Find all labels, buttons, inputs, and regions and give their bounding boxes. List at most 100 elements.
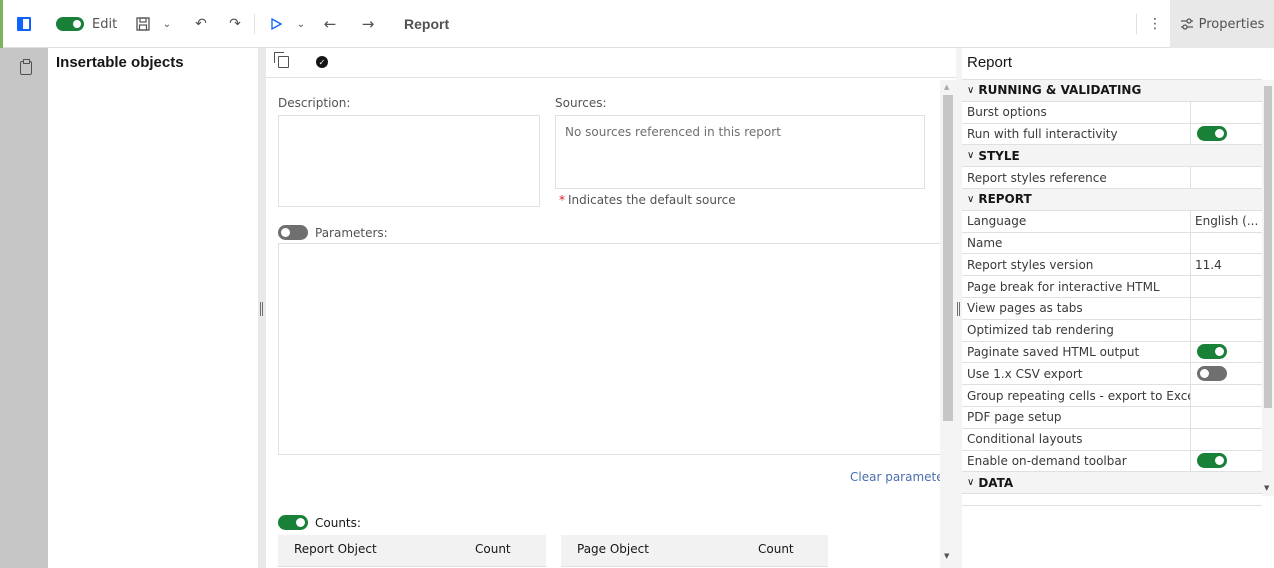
property-group-header[interactable]: ∨ STYLE [962,145,1262,168]
run-icon [271,18,282,30]
properties-scrollbar[interactable]: ▼ [1262,80,1274,496]
sources-list: No sources referenced in this report [555,115,925,189]
property-group-header[interactable]: ∨ REPORT [962,188,1262,211]
property-toggle-switch[interactable] [1197,344,1227,360]
property-row[interactable]: PDF page setup [962,406,1262,429]
property-name: Use 1.x CSV export [962,363,1191,385]
parameters-field[interactable] [278,243,943,455]
splitter-grip-icon[interactable] [260,302,263,316]
property-name: Enable on-demand toolbar [962,450,1191,472]
run-dropdown-button[interactable]: ⌄ [294,0,308,48]
panel-toggle-button[interactable] [14,0,34,48]
property-value[interactable] [1191,366,1262,382]
left-rail [0,48,48,568]
save-button[interactable] [134,0,152,48]
scroll-down-icon[interactable]: ▼ [944,552,949,560]
clear-parameters-link[interactable]: Clear parameters [850,470,942,484]
property-label-text: REPORT [978,192,1032,207]
property-row[interactable]: Group repeating cells - export to Excel [962,385,1262,407]
page-object-table-header: Page Object Count [561,535,828,567]
property-row[interactable]: Name [962,232,1262,255]
property-row[interactable]: Conditional layouts [962,428,1262,451]
property-label-text: Report styles reference [967,170,1107,185]
property-label-text: Paginate saved HTML output [967,344,1140,359]
property-group-header[interactable]: ∨ RUNNING & VALIDATING [962,80,1262,102]
toolbar-divider [1136,14,1137,34]
property-group-label: ∨ RUNNING & VALIDATING [962,80,1262,101]
property-value[interactable]: 11.4 [1191,258,1262,272]
property-row[interactable]: View pages as tabs [962,297,1262,320]
property-row[interactable]: Paginate saved HTML output [962,341,1262,364]
property-row[interactable]: Burst options [962,101,1262,124]
property-row[interactable]: Report styles version 11.4 [962,254,1262,277]
property-name: Group repeating cells - export to Excel [962,385,1191,406]
property-name: PDF page setup [962,406,1191,428]
property-row[interactable]: Optimized tab rendering [962,319,1262,342]
checkmark-icon[interactable]: ✓ [316,56,328,68]
property-value[interactable] [1191,126,1262,142]
counts-switch[interactable] [278,515,308,530]
copy-icon[interactable] [274,52,289,68]
property-row[interactable]: Enable on-demand toolbar [962,450,1262,473]
edit-switch[interactable] [56,17,84,31]
property-row[interactable]: Language English (... [962,210,1262,233]
save-icon [136,17,150,31]
forward-button[interactable]: → [360,0,376,48]
property-row[interactable]: Page break for interactive HTML [962,276,1262,298]
accent-bar [0,0,3,48]
property-toggle-switch[interactable] [1197,366,1227,382]
property-toggle-switch[interactable] [1197,453,1227,469]
parameters-toggle[interactable] [278,225,308,243]
clipboard-icon[interactable] [20,59,32,75]
property-name: Optimized tab rendering [962,319,1191,341]
property-group-header[interactable]: ∨ DATA [962,472,1262,495]
run-button[interactable] [268,0,284,48]
chevron-down-icon[interactable]: ∨ [967,150,974,161]
counts-toggle[interactable] [278,515,308,533]
scrollbar-thumb[interactable] [1264,86,1272,408]
chevron-down-icon[interactable]: ∨ [967,85,974,96]
property-value[interactable]: English (... [1191,214,1262,228]
property-label-text: Report styles version [967,257,1094,272]
overflow-menu-button[interactable]: ⋮ [1148,0,1162,48]
counts-label: Counts: [315,516,361,530]
chevron-down-icon: ⌄ [162,18,172,30]
property-value[interactable] [1191,453,1262,469]
scroll-down-icon[interactable]: ▼ [1264,484,1269,492]
property-row[interactable]: Run with full interactivity [962,123,1262,146]
property-name: Report styles reference [962,167,1191,188]
property-group-label: ∨ DATA [962,472,1262,493]
save-dropdown-button[interactable]: ⌄ [160,0,174,48]
insertable-objects-panel: Insertable objects [48,48,258,568]
splitter-grip-icon[interactable] [957,302,960,316]
property-toggle-switch[interactable] [1197,126,1227,142]
property-label-text: Group repeating cells - export to Excel [967,388,1191,403]
property-value[interactable] [1191,344,1262,360]
scrollbar-thumb[interactable] [943,95,953,421]
property-row[interactable]: Use 1.x CSV export [962,363,1262,386]
report-properties-area: ✓ Description: Sources: No sources refer… [266,48,956,568]
edit-mode-toggle[interactable] [56,0,84,48]
chevron-down-icon[interactable]: ∨ [967,194,974,205]
center-scrollbar[interactable]: ▲ ▼ [940,80,956,568]
property-row[interactable]: Report styles reference [962,167,1262,189]
column-header[interactable]: Report Object [294,542,377,556]
parameters-label: Parameters: [315,226,388,240]
back-button[interactable]: ← [322,0,338,48]
property-label-text: Optimized tab rendering [967,323,1114,338]
column-header[interactable]: Count [758,542,794,556]
sources-label: Sources: [555,96,607,110]
parameters-switch[interactable] [278,225,308,240]
panel-toggle-icon [17,17,31,31]
property-name: Name [962,232,1191,254]
description-field[interactable] [278,115,540,207]
property-group-label: ∨ STYLE [962,145,1262,166]
column-header[interactable]: Page Object [577,542,649,556]
redo-button[interactable]: ↷ [227,0,243,48]
chevron-down-icon[interactable]: ∨ [967,477,974,488]
undo-button[interactable]: ↶ [193,0,209,48]
properties-button[interactable]: Properties [1170,0,1274,48]
column-header[interactable]: Count [475,542,511,556]
left-splitter[interactable] [258,48,266,568]
scroll-up-icon[interactable]: ▲ [944,83,949,91]
